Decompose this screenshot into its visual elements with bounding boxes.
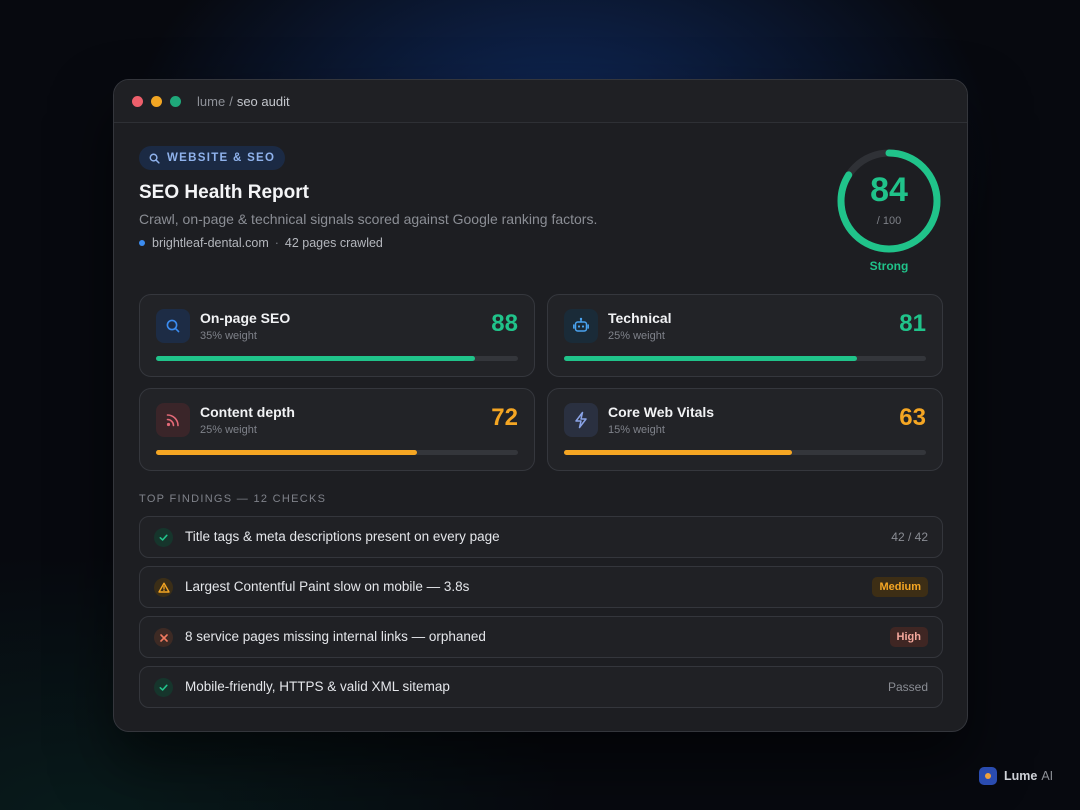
finding-text: Mobile-friendly, HTTPS & valid XML sitem… bbox=[185, 679, 450, 694]
finding-count: 42 / 42 bbox=[891, 530, 928, 544]
brand-name: Lume bbox=[1004, 769, 1038, 783]
breadcrumb-separator: / bbox=[229, 93, 233, 109]
card-weight: 35% weight bbox=[200, 330, 257, 342]
app-window: lume / seo audit WEBSITE & SEO SEO Health … bbox=[113, 79, 968, 732]
card-title: Content depth bbox=[200, 404, 295, 420]
error-x-icon bbox=[154, 628, 173, 647]
site-domain[interactable]: brightleaf-dental.com bbox=[152, 236, 269, 250]
card-weight: 15% weight bbox=[608, 424, 665, 436]
finding-row[interactable]: Largest Contentful Paint slow on mobile … bbox=[139, 566, 943, 608]
card-score: 72 bbox=[491, 404, 518, 431]
severity-badge-medium: Medium bbox=[872, 577, 928, 597]
findings-heading: TOP FINDINGS — 12 CHECKS bbox=[139, 493, 327, 505]
card-weight: 25% weight bbox=[200, 424, 257, 436]
meta-separator: · bbox=[274, 236, 279, 250]
finding-row[interactable]: 8 service pages missing internal links —… bbox=[139, 616, 943, 658]
close-window-button[interactable] bbox=[132, 95, 143, 107]
overall-score-max: / 100 bbox=[876, 215, 902, 227]
card-title: Core Web Vitals bbox=[608, 404, 715, 420]
finding-row[interactable]: Mobile-friendly, HTTPS & valid XML sitem… bbox=[139, 666, 943, 708]
pages-crawled: 42 pages crawled bbox=[284, 236, 383, 250]
card-progress-fill bbox=[564, 450, 793, 455]
page-title: SEO Health Report bbox=[139, 182, 309, 203]
search-icon bbox=[149, 153, 160, 164]
check-icon bbox=[154, 528, 173, 547]
breadcrumb-root[interactable]: lume bbox=[197, 94, 225, 109]
card-icon-box bbox=[564, 403, 598, 437]
category-card-on-page-seo[interactable]: On-page SEO 35% weight 88 bbox=[139, 294, 535, 377]
category-card-core-web-vitals[interactable]: Core Web Vitals 15% weight 63 bbox=[547, 388, 943, 471]
card-progress-fill bbox=[564, 356, 858, 361]
breadcrumb: lume / seo audit bbox=[197, 94, 290, 109]
overall-score: 84 bbox=[870, 171, 908, 209]
card-title: Technical bbox=[608, 310, 672, 326]
site-status-dot bbox=[139, 240, 145, 246]
card-weight: 25% weight bbox=[608, 330, 665, 342]
warning-icon bbox=[154, 578, 173, 597]
category-tag-label: WEBSITE & SEO bbox=[167, 152, 276, 164]
category-tag: WEBSITE & SEO bbox=[139, 146, 286, 170]
breadcrumb-current: seo audit bbox=[236, 93, 290, 109]
card-score: 81 bbox=[899, 310, 926, 337]
brand-badge: Lume AI bbox=[979, 767, 1053, 785]
finding-text: Largest Contentful Paint slow on mobile … bbox=[185, 579, 470, 594]
maximize-window-button[interactable] bbox=[170, 95, 181, 107]
card-icon-box bbox=[156, 403, 190, 437]
lightning-icon bbox=[575, 411, 587, 429]
finding-text: Title tags & meta descriptions present o… bbox=[185, 529, 500, 544]
finding-status: Passed bbox=[887, 680, 928, 694]
robot-icon bbox=[573, 317, 589, 332]
category-card-technical[interactable]: Technical 25% weight 81 bbox=[547, 294, 943, 377]
card-score: 88 bbox=[491, 310, 518, 337]
page-subtitle: Crawl, on-page & technical signals score… bbox=[139, 211, 598, 227]
card-progress-track bbox=[156, 356, 518, 361]
title-bar: lume / seo audit bbox=[114, 80, 967, 123]
card-progress-fill bbox=[156, 450, 417, 455]
finding-row[interactable]: Title tags & meta descriptions present o… bbox=[139, 516, 943, 558]
rss-icon bbox=[166, 414, 179, 427]
severity-badge-high: High bbox=[889, 627, 928, 647]
site-meta: brightleaf-dental.com · 42 pages crawled bbox=[139, 236, 383, 250]
overall-score-label: Strong bbox=[869, 259, 909, 273]
check-icon bbox=[154, 678, 173, 697]
card-title: On-page SEO bbox=[200, 310, 291, 326]
card-progress-track bbox=[564, 450, 926, 455]
card-progress-fill bbox=[156, 356, 475, 361]
category-card-content-depth[interactable]: Content depth 25% weight 72 bbox=[139, 388, 535, 471]
card-icon-box bbox=[564, 309, 598, 343]
finding-text: 8 service pages missing internal links —… bbox=[185, 629, 486, 644]
card-score: 63 bbox=[899, 404, 926, 431]
search-icon bbox=[166, 319, 180, 333]
overall-score-gauge: 84 / 100 bbox=[835, 147, 943, 255]
minimize-window-button[interactable] bbox=[151, 95, 162, 107]
brand-suffix: AI bbox=[1041, 769, 1054, 783]
lume-logo-icon bbox=[979, 767, 997, 785]
card-progress-track bbox=[156, 450, 518, 455]
card-icon-box bbox=[156, 309, 190, 343]
card-progress-track bbox=[564, 356, 926, 361]
